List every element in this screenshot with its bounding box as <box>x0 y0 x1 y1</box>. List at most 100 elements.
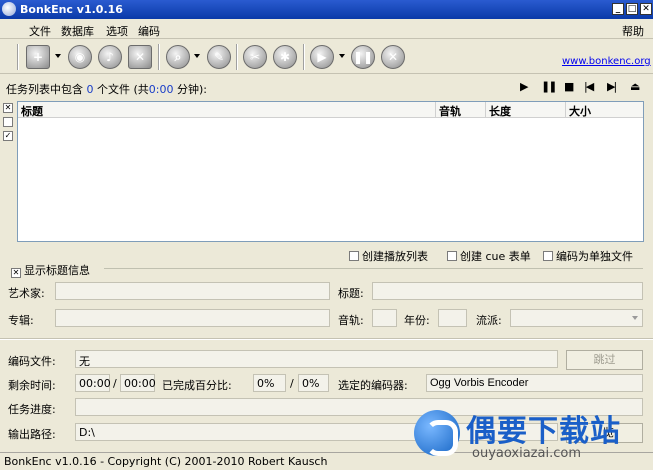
job-summary-mid: 个文件 (共 <box>93 83 149 96</box>
start-encoding-icon[interactable]: ▶ <box>310 45 334 69</box>
remove-files-icon[interactable]: ✕ <box>128 45 152 69</box>
create-cue-option[interactable]: 创建 cue 表单 <box>447 248 531 264</box>
percent-separator: / <box>290 377 294 390</box>
watermark-brand: 偶要下载站 <box>466 414 621 449</box>
gear-icon[interactable]: ✱ <box>273 45 297 69</box>
previous-track-icon[interactable]: |◀ <box>584 80 594 93</box>
artist-field[interactable] <box>55 282 330 300</box>
title-field[interactable] <box>372 282 643 300</box>
minimize-button[interactable]: _ <box>612 3 624 15</box>
track-label: 音轨: <box>338 314 364 327</box>
remaining-time-total-value: 00:00 <box>124 377 156 390</box>
track-field[interactable] <box>372 309 397 327</box>
job-total-time: 0:00 <box>148 83 174 96</box>
eject-icon[interactable]: ⏏ <box>630 80 640 93</box>
encoding-file-value: 无 <box>79 355 90 368</box>
create-playlist-checkbox[interactable] <box>349 251 359 261</box>
show-title-info-toggle[interactable]: ✕ 显示标题信息 <box>11 262 90 278</box>
add-files-icon[interactable]: + <box>26 45 50 69</box>
title-bar: BonkEnc v1.0.16 _ □ ✕ <box>0 0 653 19</box>
section-divider <box>0 338 653 340</box>
selected-encoder-value: Ogg Vorbis Encoder <box>430 377 529 389</box>
status-text: BonkEnc v1.0.16 - Copyright (C) 2001-201… <box>4 455 328 468</box>
column-header-length[interactable]: 长度 <box>486 102 566 118</box>
menu-file[interactable]: 文件 <box>29 23 51 39</box>
job-file-count: 0 <box>86 83 94 96</box>
website-link[interactable]: www.bonkenc.org <box>562 56 651 67</box>
genre-label: 流派: <box>476 314 502 327</box>
menu-help[interactable]: 帮助 <box>622 23 644 39</box>
percent-complete-track: 0% <box>253 374 286 392</box>
cddb-query-icon[interactable]: ♪ <box>98 45 122 69</box>
remaining-time-track: 00:00 <box>75 374 111 392</box>
encode-single-option[interactable]: 编码为单独文件 <box>543 248 633 264</box>
encoder-dropdown-icon[interactable] <box>339 54 345 58</box>
menu-database[interactable]: 数据库 <box>61 23 94 39</box>
create-cue-checkbox[interactable] <box>447 251 457 261</box>
tag-group-divider <box>104 268 643 269</box>
output-path-label: 输出路径: <box>8 428 56 441</box>
app-icon <box>2 2 16 16</box>
pause-encoding-icon[interactable]: ❚❚ <box>351 45 375 69</box>
show-title-info-label: 显示标题信息 <box>24 264 90 277</box>
job-progress-label: 任务进度: <box>8 403 56 416</box>
column-header-size[interactable]: 大小 <box>566 102 643 118</box>
toolbar-separator <box>17 44 19 70</box>
year-field[interactable] <box>438 309 467 327</box>
toolbar-separator <box>158 44 160 70</box>
toggle-selection-checkbox[interactable]: ✓ <box>3 131 13 141</box>
add-files-dropdown-icon[interactable] <box>55 54 61 58</box>
percent-complete-total-value: 0% <box>302 377 320 390</box>
encode-single-label: 编码为单独文件 <box>556 250 633 263</box>
toolbar: + ◉ ♪ ✕ ⌕ ✎ ✂ ✱ ▶ ❚❚ ✕ <box>0 40 653 74</box>
tools-icon[interactable]: ✂ <box>243 45 267 69</box>
create-cue-label: 创建 cue 表单 <box>460 250 531 263</box>
submit-cddb-icon[interactable]: ✎ <box>207 45 231 69</box>
encoding-file-label: 编码文件: <box>8 355 56 368</box>
create-playlist-label: 创建播放列表 <box>362 250 428 263</box>
pause-icon[interactable]: ❚❚ <box>541 80 558 93</box>
menu-options[interactable]: 选项 <box>106 23 128 39</box>
artist-label: 艺术家: <box>8 287 45 300</box>
stop-encoding-icon[interactable]: ✕ <box>381 45 405 69</box>
select-none-checkbox[interactable]: ✕ <box>3 103 13 113</box>
year-label: 年份: <box>404 314 430 327</box>
album-field[interactable] <box>55 309 330 327</box>
percent-complete-total: 0% <box>298 374 329 392</box>
track-list[interactable]: 标题 音轨 长度 大小 <box>17 101 644 242</box>
search-icon[interactable]: ⌕ <box>166 45 190 69</box>
create-playlist-option[interactable]: 创建播放列表 <box>349 248 428 264</box>
watermark-url: ouyaoxiazai.com <box>472 446 581 461</box>
encode-single-checkbox[interactable] <box>543 251 553 261</box>
job-summary-suffix: 分钟): <box>173 83 207 96</box>
selected-encoder-field: Ogg Vorbis Encoder <box>426 374 643 392</box>
show-title-info-checkbox[interactable]: ✕ <box>11 268 21 278</box>
remaining-time-label: 剩余时间: <box>8 379 56 392</box>
maximize-button[interactable]: □ <box>626 3 638 15</box>
chevron-down-icon[interactable] <box>632 316 638 320</box>
menu-bar: 文件 数据库 选项 编码 帮助 <box>0 19 653 39</box>
remaining-time-total: 00:00 <box>120 374 156 392</box>
encoding-file-field: 无 <box>75 350 558 368</box>
next-track-icon[interactable]: ▶| <box>607 80 617 93</box>
column-header-track[interactable]: 音轨 <box>436 102 486 118</box>
toolbar-separator <box>303 44 305 70</box>
site-watermark: 偶要下载站 ouyaoxiazai.com <box>414 404 653 466</box>
select-all-checkbox[interactable] <box>3 117 13 127</box>
title-label: 标题: <box>338 287 364 300</box>
window-title: BonkEnc v1.0.16 <box>20 3 123 16</box>
toolbar-separator <box>236 44 238 70</box>
genre-select[interactable] <box>510 309 643 327</box>
column-header-title[interactable]: 标题 <box>18 102 436 118</box>
percent-complete-label: 已完成百分比: <box>162 379 232 392</box>
close-button[interactable]: ✕ <box>640 3 652 15</box>
menu-encode[interactable]: 编码 <box>138 23 160 39</box>
search-dropdown-icon[interactable] <box>194 54 200 58</box>
stop-icon[interactable]: ■ <box>564 80 574 93</box>
remaining-time-track-value: 00:00 <box>79 377 111 390</box>
play-icon[interactable]: ▶ <box>520 80 528 93</box>
percent-complete-track-value: 0% <box>257 377 275 390</box>
add-cd-icon[interactable]: ◉ <box>68 45 92 69</box>
skip-button[interactable]: 跳过 <box>566 350 643 370</box>
selected-encoder-label: 选定的编码器: <box>338 379 408 392</box>
